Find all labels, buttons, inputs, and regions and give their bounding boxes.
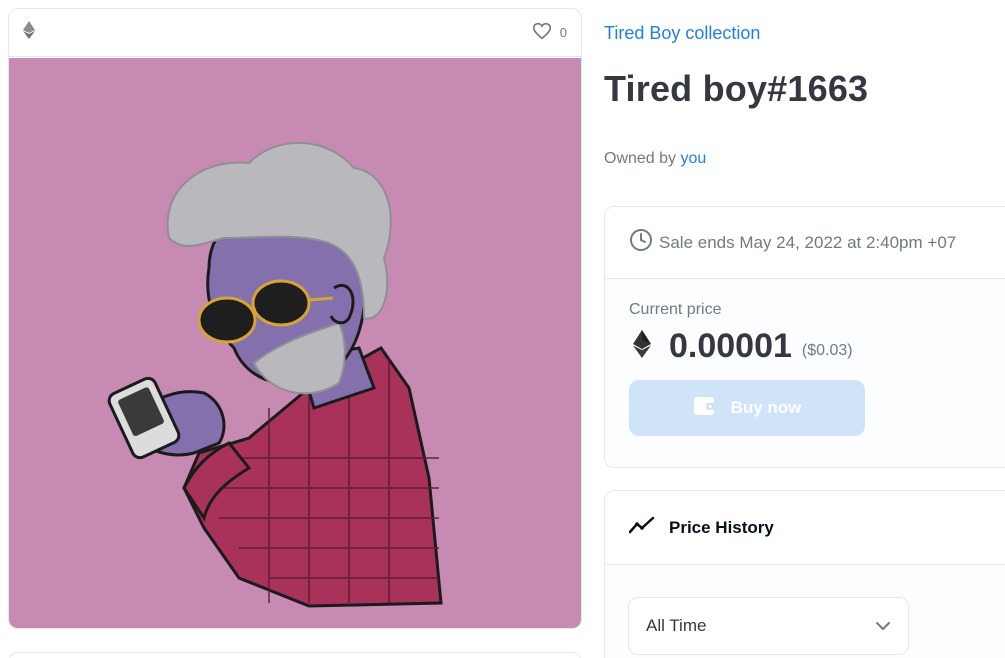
- price-value: 0.00001: [669, 327, 792, 365]
- current-price-label: Current price: [629, 301, 722, 318]
- owned-by-label: Owned by: [604, 150, 677, 167]
- nft-image[interactable]: [9, 58, 581, 628]
- clock-icon: [629, 228, 653, 257]
- price-history-panel: Price History All Time: [604, 490, 1005, 658]
- buy-now-button[interactable]: Buy now: [629, 380, 865, 436]
- price-area: Current price 0.00001 ($0.03) Buy now: [605, 279, 1005, 436]
- price-usd: ($0.03): [801, 341, 853, 359]
- price-row: 0.00001 ($0.03): [629, 327, 999, 366]
- sale-ends-row: Sale ends May 24, 2022 at 2:40pm +07: [605, 207, 1005, 279]
- heart-icon: [532, 22, 552, 43]
- trend-line-icon: [628, 516, 655, 539]
- favorite-count: 0: [559, 25, 567, 40]
- time-range-select[interactable]: All Time: [628, 597, 909, 655]
- sale-ends-text: Sale ends May 24, 2022 at 2:40pm +07: [659, 232, 957, 252]
- time-range-value: All Time: [646, 616, 707, 635]
- ethereum-icon: [629, 330, 669, 363]
- chevron-down-icon: [876, 616, 890, 636]
- wallet-icon: [693, 396, 717, 421]
- ethereum-icon: [23, 21, 35, 44]
- nft-card: 0: [8, 8, 582, 629]
- item-title: Tired boy#1663: [604, 68, 869, 109]
- owned-by: Owned by you: [604, 150, 706, 168]
- price-history-header[interactable]: Price History: [605, 491, 1005, 565]
- tired-boy-illustration: [9, 58, 581, 628]
- owner-link[interactable]: you: [681, 150, 707, 167]
- price-history-title: Price History: [669, 517, 774, 537]
- buy-now-label: Buy now: [730, 398, 802, 417]
- favorite-button[interactable]: 0: [532, 22, 567, 43]
- collection-link[interactable]: Tired Boy collection: [604, 23, 760, 44]
- details-card: [8, 652, 582, 658]
- nft-card-header: 0: [9, 9, 581, 57]
- sale-panel: Sale ends May 24, 2022 at 2:40pm +07 Cur…: [604, 206, 1005, 468]
